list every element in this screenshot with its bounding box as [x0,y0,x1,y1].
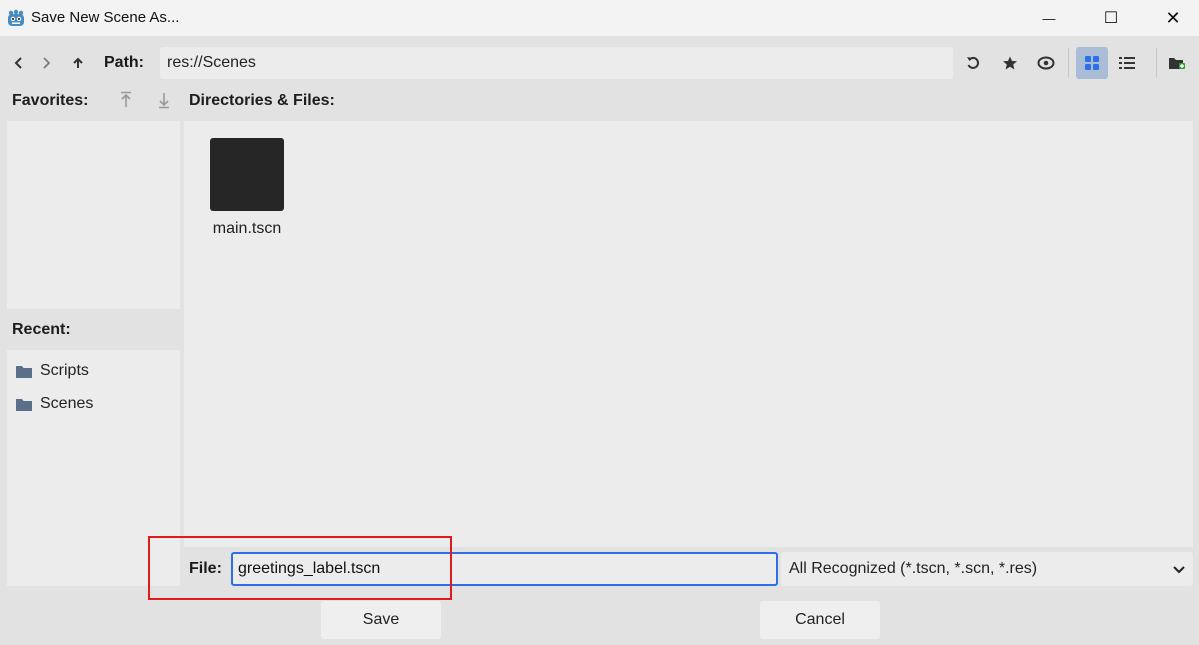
minimize-button[interactable]: — [1026,0,1072,36]
file-thumbnail [210,138,284,211]
go-up-button[interactable] [68,52,88,74]
move-favorite-up-button[interactable] [116,89,136,111]
directories-files-label: Directories & Files: [189,92,335,109]
back-button[interactable] [9,52,29,74]
folder-icon [16,398,32,411]
new-folder-button[interactable] [1166,52,1188,74]
eye-icon [1037,56,1055,70]
refresh-button[interactable] [962,52,984,74]
recent-item-scenes[interactable]: Scenes [16,392,93,416]
minimize-icon: — [1042,10,1056,26]
move-favorite-down-button[interactable] [154,89,174,111]
folder-icon [16,365,32,378]
close-button[interactable]: ✕ [1150,0,1196,36]
file-filter-select[interactable]: All Recognized (*.tscn, *.scn, *.res) [781,552,1193,586]
favorite-toggle-button[interactable] [999,52,1021,74]
window-title: Save New Scene As... [31,9,180,26]
refresh-icon [967,56,980,69]
list-view-icon [1119,57,1135,69]
maximize-button[interactable]: ☐ [1088,0,1134,36]
grid-view-icon [1085,56,1099,70]
favorites-list[interactable] [7,121,180,309]
recent-label: Recent: [12,321,71,338]
save-button[interactable]: Save [321,601,441,639]
recent-item-scripts[interactable]: Scripts [16,359,89,383]
cancel-button[interactable]: Cancel [760,601,880,639]
close-icon: ✕ [1165,7,1181,28]
file-name-input[interactable] [231,552,778,586]
toolbar-separator [1156,48,1157,78]
file-item-main-tscn[interactable]: main.tscn [206,137,288,243]
list-view-button[interactable] [1116,52,1138,74]
file-filter-value: All Recognized (*.tscn, *.scn, *.res) [789,560,1038,577]
star-icon [1003,56,1017,70]
toolbar-separator [1068,48,1069,78]
favorites-label: Favorites: [12,92,89,109]
title-bar[interactable] [0,0,1199,36]
recent-list[interactable] [7,350,180,586]
chevron-left-icon [14,57,22,69]
forward-button[interactable] [36,52,56,74]
files-view[interactable] [184,121,1193,547]
godot-app-icon [7,9,25,27]
recent-item-label: Scripts [40,362,89,379]
chevron-down-icon [1173,566,1185,574]
toggle-hidden-files-button[interactable] [1035,52,1057,74]
new-folder-icon [1169,58,1185,69]
arrow-up-icon [73,57,83,68]
move-up-icon [121,91,131,107]
grid-view-button[interactable] [1076,47,1108,79]
chevron-right-icon [43,57,51,69]
move-down-icon [159,93,169,109]
maximize-icon: ☐ [1103,10,1119,27]
path-input[interactable] [160,47,953,79]
file-name: main.tscn [212,220,282,237]
recent-item-label: Scenes [40,395,94,412]
path-label: Path: [104,54,144,71]
file-label: File: [189,560,222,577]
